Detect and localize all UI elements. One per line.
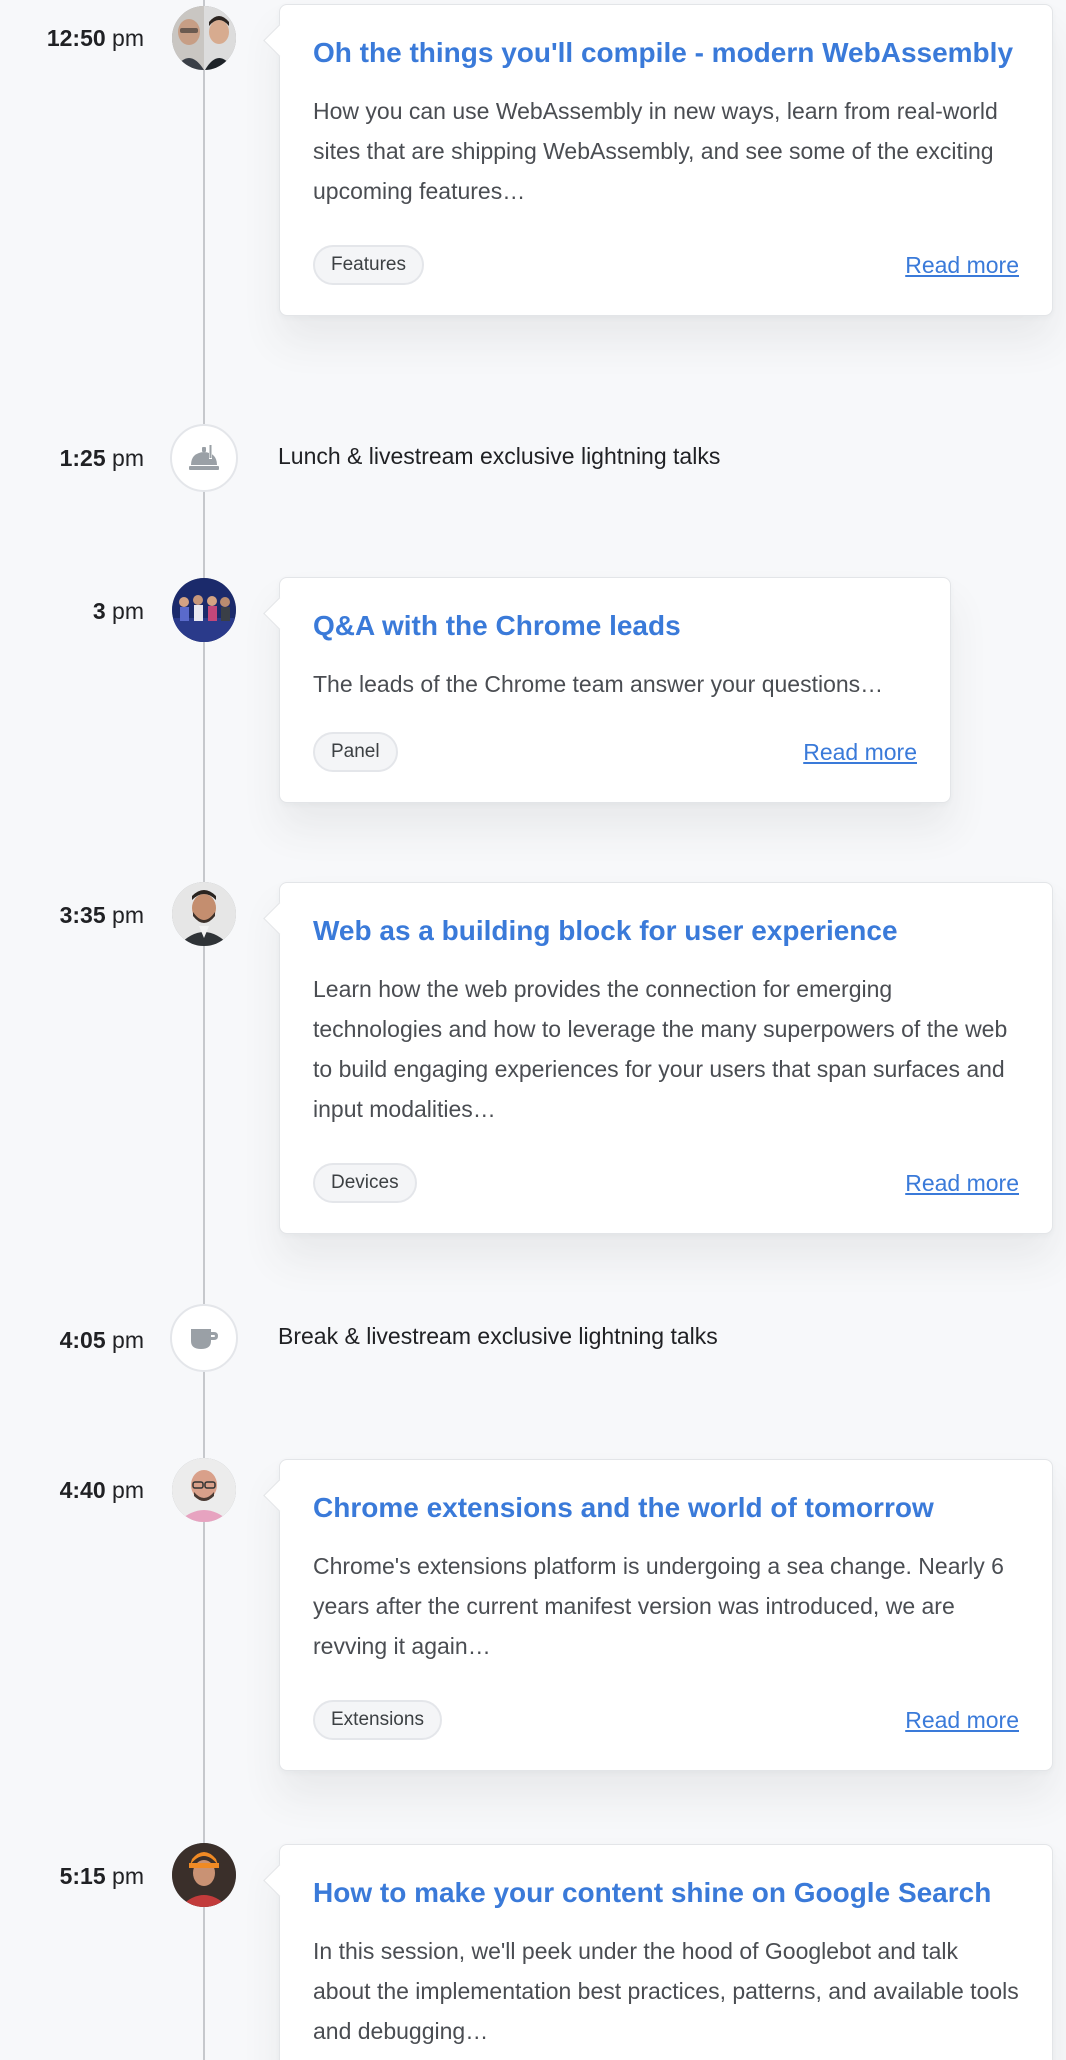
session-description: How you can use WebAssembly in new ways,… bbox=[313, 98, 998, 204]
session-card: Q&A with the Chrome leads The leads of t… bbox=[279, 577, 951, 803]
session-time: 4:05 pm bbox=[59, 1327, 144, 1353]
read-more-link[interactable]: Read more bbox=[905, 1168, 1019, 1198]
session-card: Chrome extensions and the world of tomor… bbox=[279, 1459, 1053, 1771]
food-tray-icon bbox=[170, 424, 238, 492]
session-description: Learn how the web provides the connectio… bbox=[313, 976, 1008, 1122]
session-tag[interactable]: Panel bbox=[313, 732, 398, 772]
session-description: In this session, we'll peek under the ho… bbox=[313, 1938, 1019, 2044]
session-title[interactable]: Web as a building block for user experie… bbox=[313, 913, 1019, 949]
session-time: 3 pm bbox=[92, 598, 144, 624]
timeline-line bbox=[203, 0, 205, 2060]
break-label: Lunch & livestream exclusive lightning t… bbox=[278, 443, 721, 469]
session-card: How to make your content shine on Google… bbox=[279, 1844, 1053, 2060]
speaker-avatar bbox=[172, 882, 236, 946]
session-tag[interactable]: Extensions bbox=[313, 1700, 442, 1740]
session-title[interactable]: Chrome extensions and the world of tomor… bbox=[313, 1490, 1019, 1526]
session-card: Web as a building block for user experie… bbox=[279, 882, 1053, 1234]
speaker-avatar bbox=[172, 6, 236, 70]
read-more-link[interactable]: Read more bbox=[905, 1705, 1019, 1735]
session-time: 3:35 pm bbox=[59, 902, 144, 928]
session-tag[interactable]: Features bbox=[313, 245, 424, 285]
session-title[interactable]: Q&A with the Chrome leads bbox=[313, 608, 917, 644]
session-description: The leads of the Chrome team answer your… bbox=[313, 671, 884, 697]
session-title[interactable]: How to make your content shine on Google… bbox=[313, 1875, 1019, 1911]
card-footer: Devices Read more bbox=[313, 1163, 1019, 1203]
card-footer: Features Read more bbox=[313, 245, 1019, 285]
speaker-avatar bbox=[172, 1458, 236, 1522]
speaker-avatar bbox=[172, 1843, 236, 1907]
session-tag[interactable]: Devices bbox=[313, 1163, 417, 1203]
schedule-timeline: 12:50 pm Oh the things you'll compile - … bbox=[0, 0, 1066, 2060]
card-footer: Panel Read more bbox=[313, 732, 917, 772]
session-card: Oh the things you'll compile - modern We… bbox=[279, 4, 1053, 316]
session-time: 5:15 pm bbox=[59, 1863, 144, 1889]
session-title[interactable]: Oh the things you'll compile - modern We… bbox=[313, 35, 1019, 71]
session-time: 1:25 pm bbox=[59, 445, 144, 471]
speaker-avatar bbox=[172, 578, 236, 642]
card-footer: Extensions Read more bbox=[313, 1700, 1019, 1740]
session-time: 12:50 pm bbox=[46, 25, 144, 51]
session-time: 4:40 pm bbox=[59, 1477, 144, 1503]
read-more-link[interactable]: Read more bbox=[905, 250, 1019, 280]
break-label: Break & livestream exclusive lightning t… bbox=[278, 1323, 718, 1349]
session-description: Chrome's extensions platform is undergoi… bbox=[313, 1553, 1004, 1659]
coffee-cup-icon bbox=[170, 1304, 238, 1372]
read-more-link[interactable]: Read more bbox=[803, 737, 917, 767]
